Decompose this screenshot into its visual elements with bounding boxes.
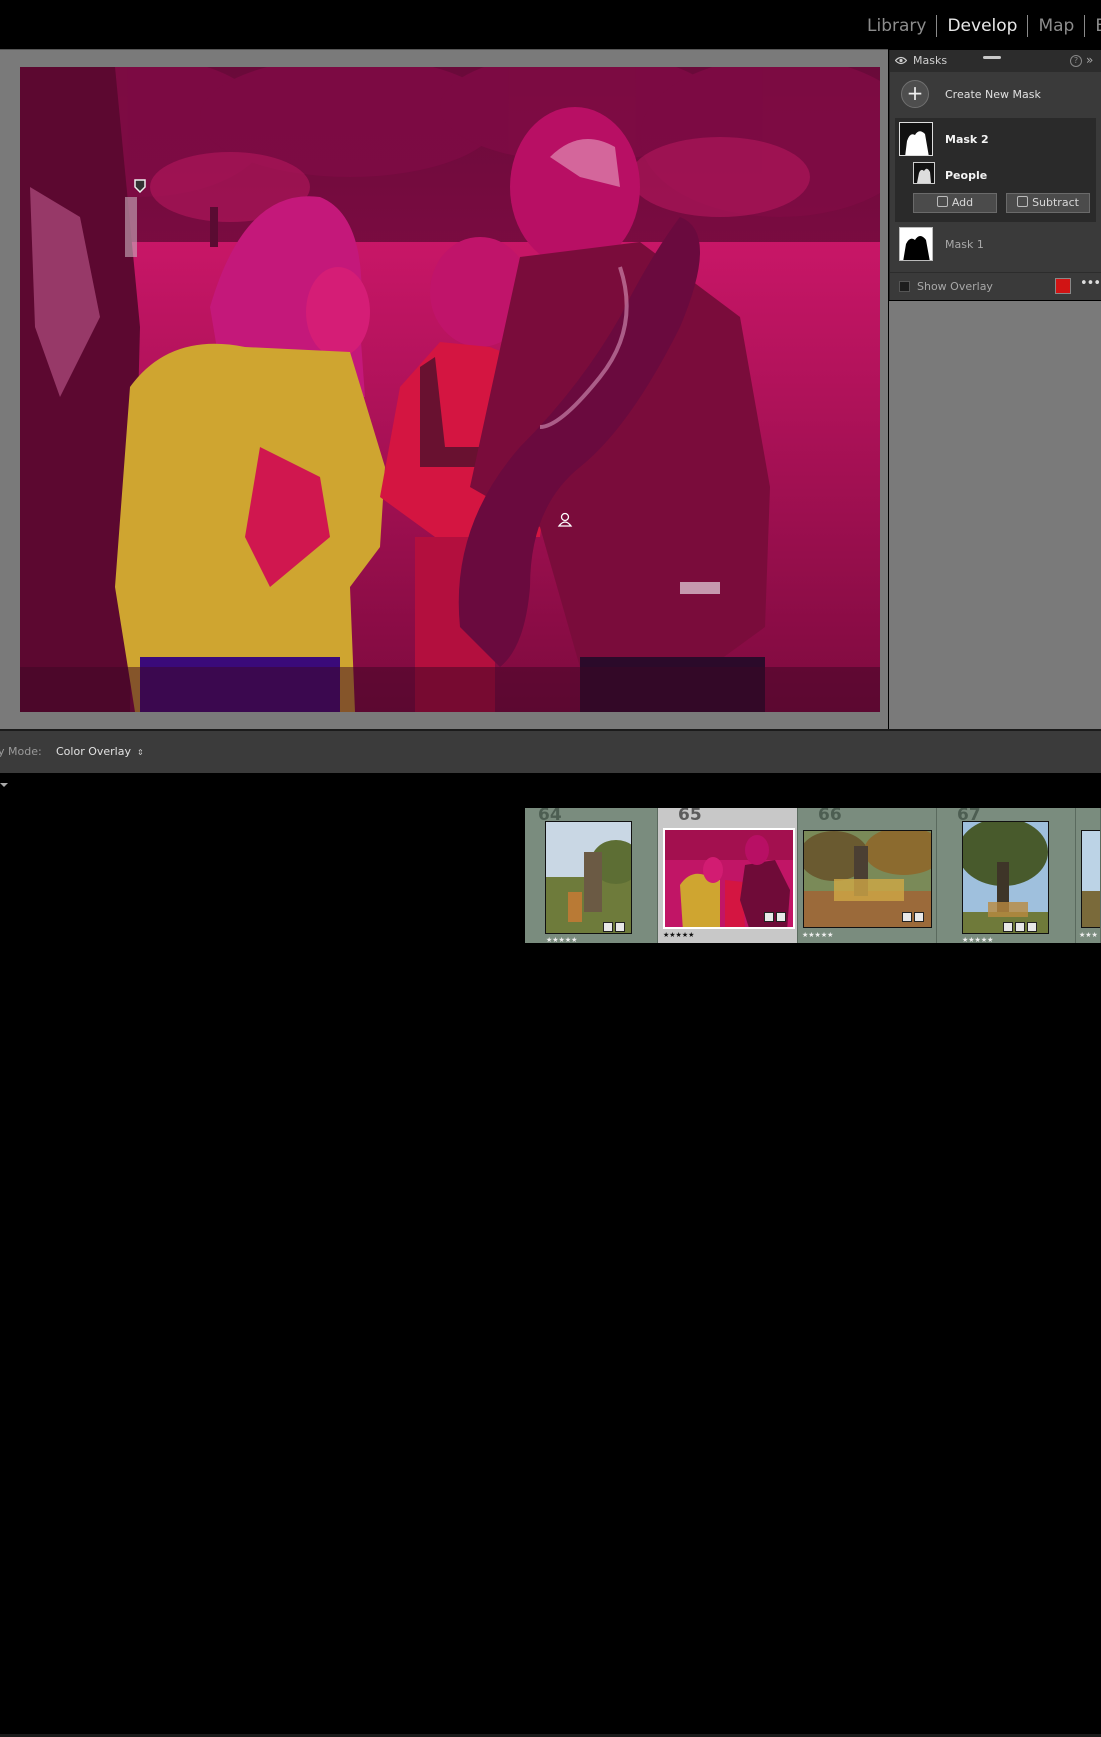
show-overlay-checkbox[interactable] [899, 281, 910, 292]
subtract-from-mask-button[interactable]: Subtract [1006, 193, 1090, 213]
subtract-mask-icon [1017, 196, 1029, 207]
cell-index: 65 [678, 808, 702, 825]
photo-with-color-overlay [20, 67, 880, 712]
collapse-panel-icon[interactable]: » [1086, 53, 1093, 67]
module-library[interactable]: Library [857, 14, 936, 38]
mask-thumbnail [899, 122, 933, 156]
panel-drag-handle[interactable] [983, 56, 1001, 59]
keyword-badge-icon [603, 922, 613, 932]
mask-label: Mask 2 [945, 133, 989, 146]
add-mask-icon [936, 196, 948, 207]
masks-panel-header: Masks ? » [890, 50, 1101, 72]
develop-badge-icon [615, 922, 625, 932]
crop-badge-icon [1027, 922, 1037, 932]
people-cursor-icon [557, 512, 573, 527]
add-to-mask-button[interactable]: Add [913, 193, 997, 213]
photo-thumbnail[interactable] [545, 821, 632, 934]
help-icon[interactable]: ? [1070, 55, 1082, 67]
develop-badge-icon [776, 912, 786, 922]
plus-icon: + [901, 80, 929, 108]
filmstrip-cell-68[interactable]: ★★★ [1076, 808, 1101, 943]
updown-arrows-icon: ⇕ [136, 748, 144, 757]
right-panel-background [889, 301, 1101, 729]
show-overlay-row: Show Overlay ••• [890, 272, 1101, 301]
module-map[interactable]: Map [1028, 14, 1084, 38]
cell-index: 66 [818, 808, 842, 825]
thumbnail-badges [1003, 922, 1037, 932]
overlay-mode-value: Color Overlay [56, 745, 131, 758]
develop-toolbar: y Mode: Color Overlay ⇕ [0, 729, 1101, 774]
mask-thumbnail [899, 227, 933, 261]
image-canvas-area [0, 49, 888, 730]
thumbnail-badges [764, 912, 786, 922]
keyword-badge-icon [902, 912, 912, 922]
filmstrip-cell-65[interactable]: 65 ★★★★★ [658, 808, 798, 943]
mask-item-mask-1[interactable]: Mask 1 [895, 224, 1096, 264]
photo-thumbnail[interactable] [1081, 830, 1100, 928]
create-new-mask-button[interactable]: + Create New Mask [890, 78, 1101, 112]
star-rating: ★★★★★ [802, 931, 834, 939]
filmstrip: 64 ★★★★★ 65 ★★★★★ 66 ★★★★★ 67 ★★★★★ ★★★ [0, 773, 1101, 1737]
mask-component-people[interactable]: People [945, 169, 987, 182]
filmstrip-collapse-icon[interactable] [0, 783, 8, 787]
people-mask-component-icon[interactable] [913, 162, 935, 184]
star-rating: ★★★★★ [962, 936, 994, 943]
mask-label: Mask 1 [945, 238, 984, 251]
thumbnail-badges [603, 922, 625, 932]
module-develop[interactable]: Develop [937, 14, 1027, 38]
star-rating: ★★★★★ [663, 931, 695, 939]
overlay-mode-select[interactable]: Color Overlay ⇕ [56, 745, 144, 758]
keyword-badge-icon [764, 912, 774, 922]
more-options-icon[interactable]: ••• [1080, 276, 1101, 291]
thumbnail-badges [902, 912, 924, 922]
photo-preview[interactable] [20, 67, 880, 712]
module-book[interactable]: B [1085, 14, 1101, 38]
filmstrip-cell-67[interactable]: 67 ★★★★★ [937, 808, 1076, 943]
eye-icon[interactable] [895, 56, 907, 65]
add-label: Add [951, 196, 974, 209]
subtract-label: Subtract [1032, 196, 1079, 209]
star-rating: ★★★★★ [546, 936, 578, 943]
photo-thumbnail[interactable] [962, 821, 1049, 934]
filmstrip-cell-64[interactable]: 64 ★★★★★ [525, 808, 658, 943]
mask-pin-icon[interactable] [134, 179, 146, 193]
module-tabs: Library Develop Map B [857, 14, 1101, 38]
overlay-mode-label: y Mode: [0, 745, 42, 758]
masks-panel-title: Masks [913, 54, 948, 67]
show-overlay-label: Show Overlay [917, 280, 993, 293]
create-new-mask-label: Create New Mask [945, 88, 1041, 101]
mask-item-mask-2[interactable]: Mask 2 People Add Subtract [895, 118, 1096, 222]
develop-badge-icon [914, 912, 924, 922]
star-rating: ★★★ [1079, 931, 1098, 939]
develop-badge-icon [1015, 922, 1025, 932]
module-picker-bar: Library Develop Map B [0, 0, 1101, 48]
masks-panel: Masks ? » + Create New Mask Mask 2 Peopl… [889, 50, 1101, 300]
overlay-color-swatch[interactable] [1055, 278, 1071, 294]
filmstrip-cell-66[interactable]: 66 ★★★★★ [798, 808, 937, 943]
keyword-badge-icon [1003, 922, 1013, 932]
